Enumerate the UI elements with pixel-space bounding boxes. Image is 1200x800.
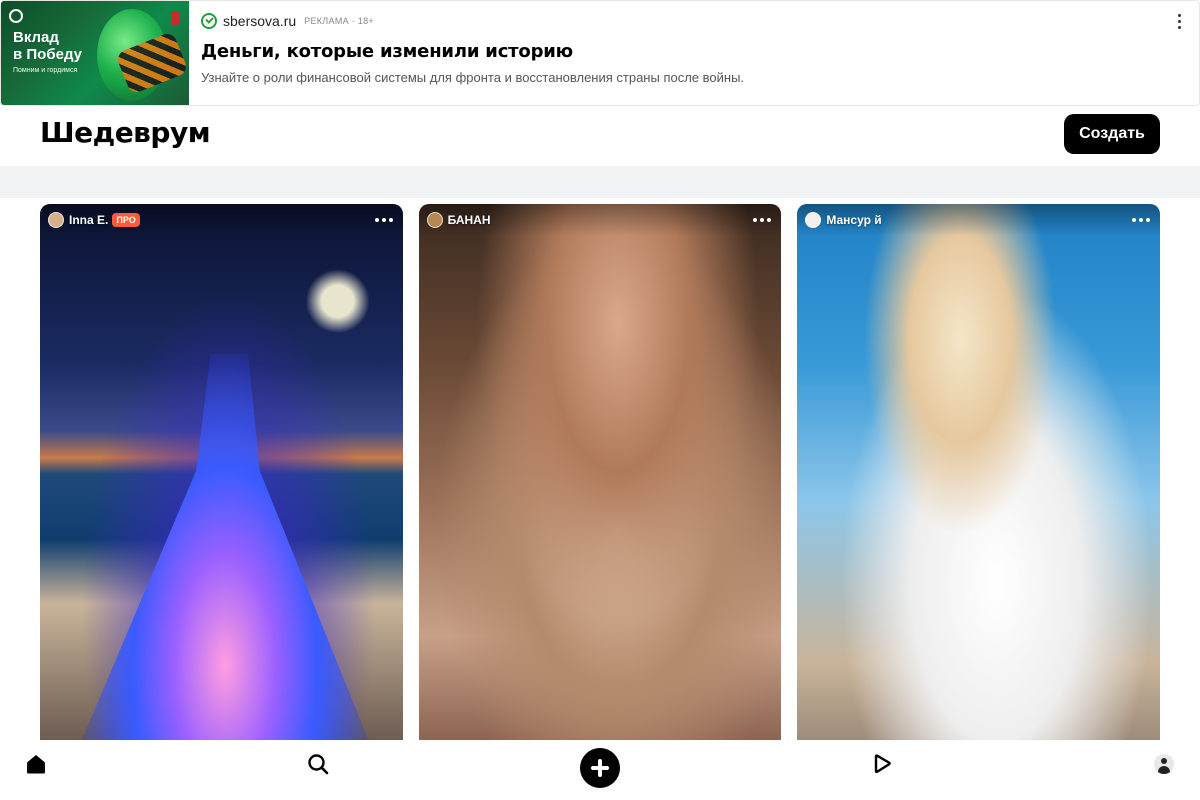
user-icon — [1154, 754, 1174, 774]
header: Шедеврум Создать — [0, 106, 1200, 166]
feed-grid: Inna E. ПРО БАНАН Мансур й — [40, 204, 1161, 744]
more-horizontal-icon[interactable] — [753, 212, 772, 228]
play-icon — [874, 754, 891, 774]
avatar[interactable] — [805, 212, 822, 228]
app-logo[interactable]: Шедеврум — [40, 116, 211, 149]
flag-icon — [171, 11, 179, 25]
more-horizontal-icon[interactable] — [1132, 212, 1151, 228]
feed-filter-band — [0, 166, 1200, 198]
nav-create[interactable] — [578, 744, 622, 792]
sber-logo-icon — [9, 9, 23, 23]
feed-card[interactable]: БАНАН — [418, 204, 782, 744]
ad-banner[interactable]: Вклад в Победу Помним и гордимся sbersov… — [0, 0, 1200, 106]
card-author[interactable]: Мансур й — [826, 213, 881, 227]
home-icon — [27, 755, 45, 774]
card-header: БАНАН — [418, 204, 782, 236]
ad-body[interactable]: sbersova.ru РЕКЛАМА · 18+ Деньги, которы… — [189, 1, 1199, 105]
nav-profile[interactable] — [1150, 740, 1178, 788]
ad-description: Узнайте о роли финансовой системы для фр… — [201, 70, 745, 85]
ad-image-title: Вклад в Победу — [13, 29, 82, 63]
card-author[interactable]: Inna E. — [69, 213, 108, 227]
ad-domain[interactable]: sbersova.ru — [223, 13, 296, 29]
ad-title[interactable]: Деньги, которые изменили историю — [201, 41, 1187, 62]
feed-card[interactable]: Мансур й — [797, 204, 1161, 744]
feed-card[interactable]: Inna E. ПРО — [40, 204, 403, 744]
more-horizontal-icon[interactable] — [374, 212, 393, 228]
ad-label: РЕКЛАМА · 18+ — [304, 16, 374, 26]
app-root: Вклад в Победу Помним и гордимся sbersov… — [0, 0, 1200, 800]
card-header: Inna E. ПРО — [40, 204, 403, 236]
card-image-art — [80, 354, 370, 744]
search-icon — [308, 754, 329, 775]
avatar[interactable] — [426, 212, 443, 228]
pro-badge: ПРО — [112, 213, 140, 227]
card-header: Мансур й — [797, 204, 1161, 236]
ad-image-subtitle: Помним и гордимся — [13, 67, 78, 74]
create-button[interactable]: Создать — [1064, 114, 1160, 154]
more-vertical-icon[interactable] — [1169, 11, 1189, 31]
nav-home[interactable] — [22, 740, 50, 788]
avatar[interactable] — [48, 212, 64, 228]
ad-image[interactable]: Вклад в Победу Помним и гордимся — [1, 1, 189, 105]
nav-videos[interactable] — [868, 740, 896, 788]
card-author[interactable]: БАНАН — [448, 213, 491, 227]
bottom-nav — [0, 740, 1200, 800]
nav-search[interactable] — [304, 740, 332, 788]
sber-check-icon — [201, 13, 217, 29]
plus-icon — [580, 748, 620, 788]
ad-source: sbersova.ru РЕКЛАМА · 18+ — [201, 11, 1187, 31]
